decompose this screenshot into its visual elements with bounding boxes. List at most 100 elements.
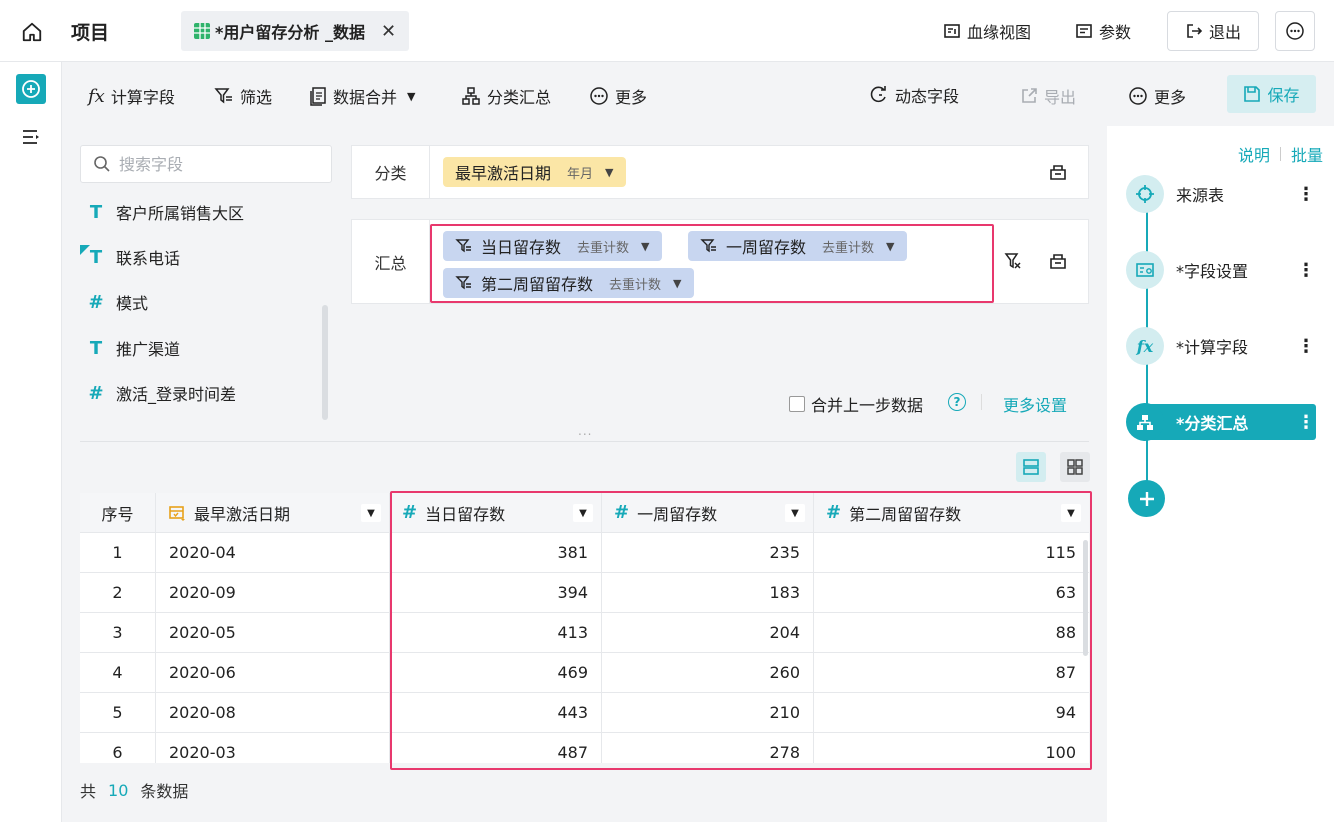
dynamic-field-button[interactable]: 动态字段	[869, 83, 959, 107]
field-search[interactable]	[80, 145, 332, 183]
filter-button[interactable]: 筛选	[214, 84, 272, 108]
group-label: 分类	[352, 146, 430, 198]
grid-view-icon[interactable]	[1060, 452, 1090, 482]
filter-icon	[455, 239, 471, 253]
flow-step-field-settings[interactable]: *字段设置 ⋮	[1126, 251, 1316, 289]
more-settings-link[interactable]: 更多设置	[1003, 392, 1067, 416]
text-type-icon: T	[89, 337, 103, 359]
summary-label: 汇总	[352, 220, 430, 303]
save-button[interactable]: 保存	[1227, 75, 1316, 113]
dynamic-field-icon	[870, 86, 886, 103]
field-item[interactable]: # 激活_登录时间差	[86, 381, 236, 405]
flow-step-calc-field[interactable]: fx *计算字段 ⋮	[1126, 327, 1316, 365]
field-item[interactable]: # 模式	[86, 290, 148, 314]
number-type-icon: #	[88, 382, 104, 404]
exit-button[interactable]: 退出	[1167, 11, 1259, 51]
filter-icon	[455, 276, 471, 290]
data-preview-table: 序号 最早激活日期 ▼ # 当日留存数 ▼ # 一周留存数 ▼ # 第二周留留存…	[80, 493, 1089, 763]
export-button[interactable]: 导出	[1020, 84, 1076, 108]
more-dots-icon	[1129, 87, 1147, 105]
text-type-icon: T	[89, 201, 103, 223]
chevron-down-icon[interactable]: ▼	[785, 504, 805, 522]
explain-link[interactable]: 说明	[1238, 142, 1270, 166]
search-input[interactable]	[119, 154, 319, 174]
clear-group-icon[interactable]	[1047, 161, 1069, 183]
panel-more-button[interactable]: 更多	[1128, 84, 1186, 108]
clear-summary-icon[interactable]	[1002, 250, 1024, 272]
lineage-view-button[interactable]: 血缘视图	[943, 19, 1031, 43]
params-button[interactable]: 参数	[1075, 19, 1131, 43]
fx-icon: fx	[88, 85, 105, 107]
hierarchy-icon	[462, 87, 480, 105]
params-icon	[1076, 24, 1092, 38]
close-tab-icon[interactable]: ✕	[381, 21, 396, 42]
link-separator	[1280, 147, 1282, 161]
table-view-icon[interactable]	[1016, 452, 1046, 482]
panel-links: 说明 批量	[1238, 142, 1323, 166]
left-rail	[0, 62, 62, 822]
add-flow-step-icon[interactable]	[1128, 480, 1165, 517]
custom-field-corner-icon	[80, 244, 90, 255]
calc-field-button[interactable]: fx 计算字段	[88, 84, 175, 108]
chevron-down-icon[interactable]: ▼	[361, 504, 381, 522]
outline-list-icon[interactable]	[21, 128, 41, 150]
filter-icon	[700, 239, 716, 253]
group-summary-button[interactable]: 分类汇总	[461, 84, 551, 108]
clear-summary-fields-icon[interactable]	[1047, 250, 1069, 272]
flow-step-group-summary[interactable]: *分类汇总 ⋮	[1126, 403, 1316, 441]
fx-icon: fx	[1126, 327, 1164, 365]
home-icon[interactable]	[18, 18, 46, 46]
column-header-week-retention[interactable]: # 一周留存数 ▼	[602, 493, 814, 533]
column-header-second-week-retention[interactable]: # 第二周留留存数 ▼	[814, 493, 1089, 533]
field-item[interactable]: T 推广渠道	[86, 336, 180, 360]
help-icon[interactable]: ?	[948, 393, 966, 411]
document-tab[interactable]: *用户留存分析 _数据 ✕	[181, 11, 409, 51]
row-count: 共 10 条数据	[80, 780, 189, 802]
summary-field-chip[interactable]: 第二周留留存数 去重计数 ▼	[443, 268, 694, 298]
chevron-down-icon: ▼	[605, 165, 614, 179]
number-type-icon: #	[614, 502, 630, 523]
chevron-down-icon: ▼	[886, 239, 895, 253]
field-settings-icon	[1126, 251, 1164, 289]
chevron-down-icon[interactable]: ▼	[1061, 504, 1081, 522]
resize-handle[interactable]: ...	[578, 424, 592, 438]
filter-icon	[214, 88, 232, 104]
add-step-icon[interactable]	[16, 74, 46, 104]
tab-label: *用户留存分析 _数据	[215, 23, 365, 42]
export-icon	[1022, 88, 1037, 103]
more-options-icon[interactable]	[1275, 11, 1315, 51]
number-type-icon: #	[826, 502, 842, 523]
step-menu-icon[interactable]: ⋮	[1296, 260, 1316, 281]
chevron-down-icon: ▼	[407, 89, 416, 103]
search-icon	[94, 156, 110, 172]
column-header-day-retention[interactable]: # 当日留存数 ▼	[390, 493, 602, 533]
flow-step-source[interactable]: 来源表 ⋮	[1126, 175, 1316, 213]
more-toolbar-button[interactable]: 更多	[589, 84, 647, 108]
chevron-down-icon[interactable]: ▼	[573, 504, 593, 522]
settings-separator	[981, 394, 982, 410]
merge-prev-checkbox[interactable]: 合并上一步数据	[789, 392, 923, 416]
chevron-down-icon: ▼	[673, 276, 682, 290]
batch-link[interactable]: 批量	[1291, 142, 1323, 166]
summary-field-chip[interactable]: 当日留存数 去重计数 ▼	[443, 231, 662, 261]
merge-data-icon	[310, 87, 326, 106]
group-field-chip[interactable]: 最早激活日期 年月 ▼	[443, 157, 626, 187]
column-header-index[interactable]: 序号	[80, 493, 156, 533]
number-type-icon: #	[402, 502, 418, 523]
column-header-date[interactable]: 最早激活日期 ▼	[156, 493, 390, 533]
step-menu-icon[interactable]: ⋮	[1296, 412, 1316, 433]
lineage-icon	[944, 24, 960, 38]
project-title[interactable]: 项目	[71, 18, 109, 45]
checkbox-box	[789, 396, 805, 412]
merge-data-dropdown[interactable]: 数据合并 ▼	[309, 84, 415, 108]
date-type-icon	[169, 505, 185, 521]
step-menu-icon[interactable]: ⋮	[1296, 336, 1316, 357]
summary-field-chip[interactable]: 一周留存数 去重计数 ▼	[688, 231, 907, 261]
number-type-icon: #	[88, 291, 104, 313]
source-target-icon	[1126, 175, 1164, 213]
field-item[interactable]: T 客户所属销售大区	[86, 200, 244, 224]
field-item[interactable]: T 联系电话	[80, 244, 180, 269]
step-menu-icon[interactable]: ⋮	[1296, 184, 1316, 205]
table-scrollbar[interactable]	[1083, 540, 1088, 656]
field-list-scrollbar[interactable]	[322, 305, 328, 420]
